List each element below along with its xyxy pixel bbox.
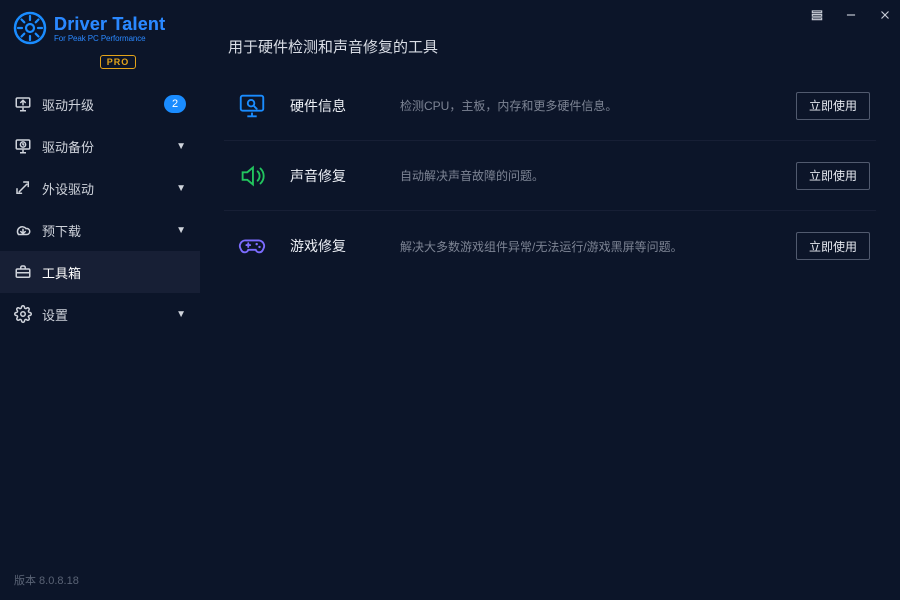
page-title: 用于硬件检测和声音修复的工具 bbox=[220, 0, 880, 71]
main-content: 用于硬件检测和声音修复的工具 硬件信息 检测CPU，主板，内存和更多硬件信息。 … bbox=[200, 0, 900, 600]
tool-name: 声音修复 bbox=[290, 166, 382, 186]
usb-icon bbox=[14, 179, 32, 197]
chevron-down-icon: ▼ bbox=[176, 183, 186, 194]
sidebar-item-label: 预下载 bbox=[42, 221, 166, 240]
gear-icon bbox=[14, 305, 32, 323]
sidebar-item-driver-backup[interactable]: 驱动备份 ▼ bbox=[0, 125, 200, 167]
use-now-button[interactable]: 立即使用 bbox=[796, 92, 870, 120]
sidebar-item-toolbox[interactable]: 工具箱 bbox=[0, 251, 200, 293]
tool-row-audio-fix: 声音修复 自动解决声音故障的问题。 立即使用 bbox=[224, 141, 876, 211]
pro-badge: PRO bbox=[100, 55, 137, 69]
cloud-download-icon bbox=[14, 221, 32, 239]
app-logo-block: Driver Talent For Peak PC Performance bbox=[0, 0, 200, 53]
upgrade-count-badge: 2 bbox=[164, 95, 186, 113]
app-subtitle: For Peak PC Performance bbox=[54, 35, 165, 44]
tool-desc: 检测CPU，主板，内存和更多硬件信息。 bbox=[400, 97, 778, 114]
chevron-down-icon: ▼ bbox=[176, 225, 186, 236]
tool-list: 硬件信息 检测CPU，主板，内存和更多硬件信息。 立即使用 声音修复 自动解决声… bbox=[220, 71, 880, 281]
chevron-down-icon: ▼ bbox=[176, 141, 186, 152]
use-now-button[interactable]: 立即使用 bbox=[796, 162, 870, 190]
tool-desc: 解决大多数游戏组件异常/无法运行/游戏黑屏等问题。 bbox=[400, 238, 778, 255]
sidebar-item-label: 外设驱动 bbox=[42, 179, 166, 198]
app-logo-icon bbox=[12, 10, 48, 49]
use-now-button[interactable]: 立即使用 bbox=[796, 232, 870, 260]
app-version: 版本 8.0.8.18 bbox=[0, 562, 200, 600]
monitor-icon bbox=[14, 95, 32, 113]
sidebar-nav: 驱动升级 2 驱动备份 ▼ 外设驱动 ▼ bbox=[0, 83, 200, 562]
tool-row-game-fix: 游戏修复 解决大多数游戏组件异常/无法运行/游戏黑屏等问题。 立即使用 bbox=[224, 211, 876, 281]
sidebar-item-settings[interactable]: 设置 ▼ bbox=[0, 293, 200, 335]
sidebar-item-predownload[interactable]: 预下载 ▼ bbox=[0, 209, 200, 251]
tool-desc: 自动解决声音故障的问题。 bbox=[400, 167, 778, 184]
pro-badge-row: PRO bbox=[26, 53, 200, 77]
sidebar-item-label: 设置 bbox=[42, 305, 166, 324]
sidebar-item-peripheral[interactable]: 外设驱动 ▼ bbox=[0, 167, 200, 209]
tool-name: 硬件信息 bbox=[290, 96, 382, 116]
sidebar-item-driver-upgrade[interactable]: 驱动升级 2 bbox=[0, 83, 200, 125]
sidebar-item-label: 工具箱 bbox=[42, 263, 186, 282]
chevron-down-icon: ▼ bbox=[176, 309, 186, 320]
tool-row-hardware-info: 硬件信息 检测CPU，主板，内存和更多硬件信息。 立即使用 bbox=[224, 71, 876, 141]
monitor-search-icon bbox=[232, 86, 272, 126]
speaker-icon bbox=[232, 156, 272, 196]
app-title: Driver Talent bbox=[54, 15, 165, 35]
sidebar-item-label: 驱动备份 bbox=[42, 137, 166, 156]
toolbox-icon bbox=[14, 263, 32, 281]
sidebar-item-label: 驱动升级 bbox=[42, 95, 154, 114]
gamepad-icon bbox=[232, 226, 272, 266]
sidebar: Driver Talent For Peak PC Performance PR… bbox=[0, 0, 200, 600]
clock-icon bbox=[14, 137, 32, 155]
tool-name: 游戏修复 bbox=[290, 236, 382, 256]
